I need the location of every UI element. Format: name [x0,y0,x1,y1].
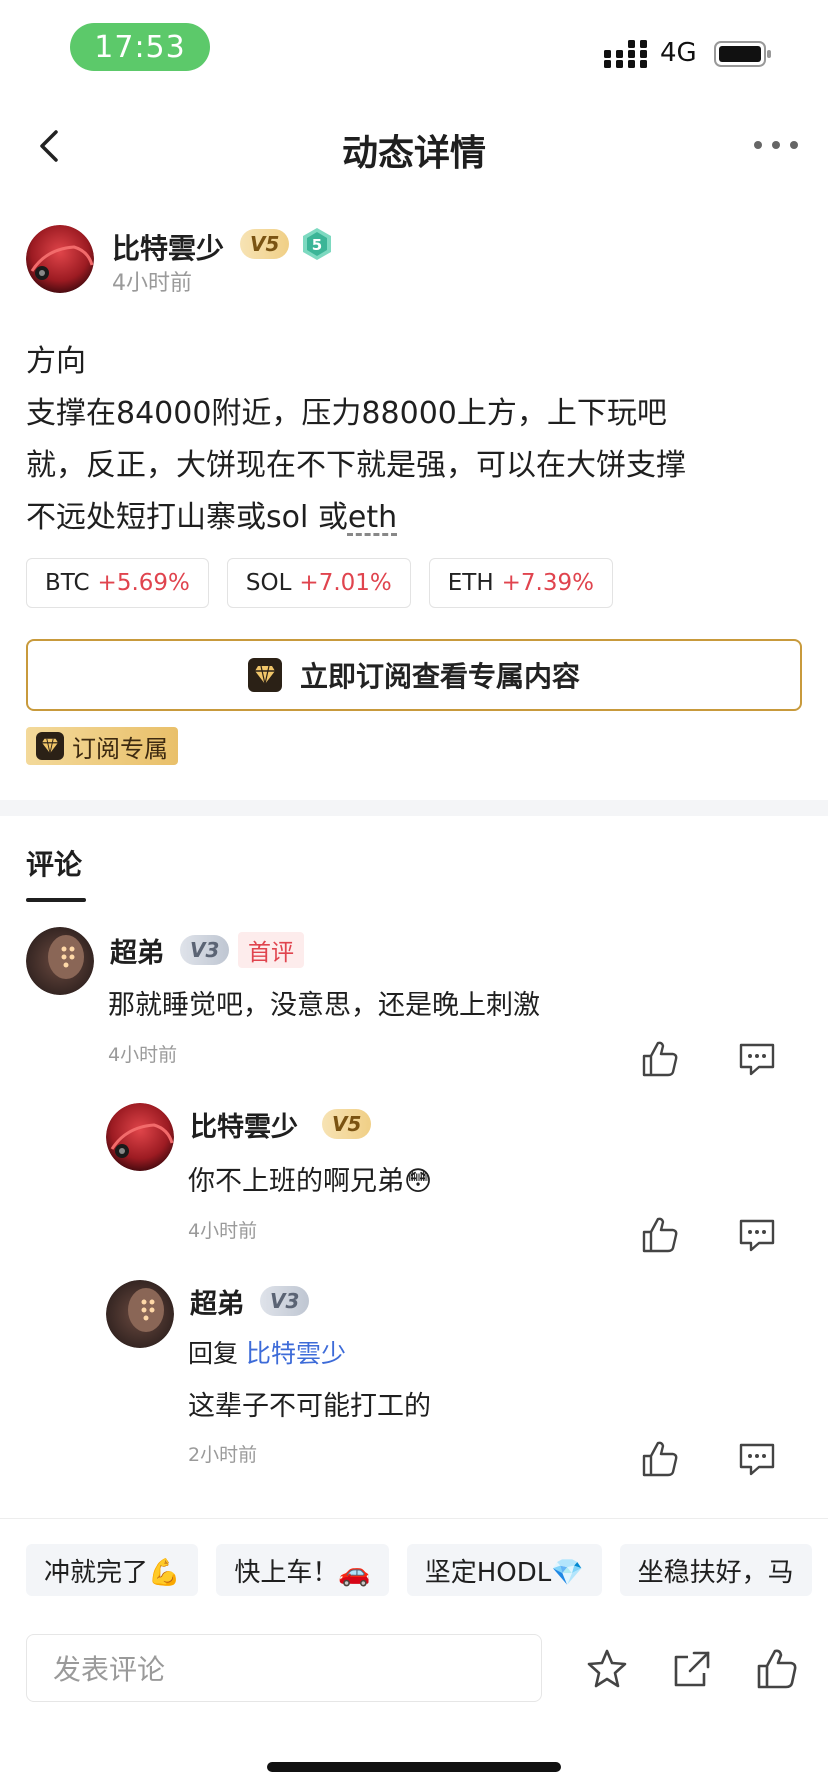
post-line-text: 不远处短打山寨或sol 或 [26,500,348,535]
reply-target-link[interactable]: 比特雲少 [246,1339,346,1368]
like-icon[interactable] [755,1647,799,1691]
comment-text: 这辈子不可能打工的 [188,1391,431,1422]
author-name[interactable]: 比特雲少 [112,227,224,267]
quick-reply-chip[interactable]: 快上车！🚗 [216,1544,389,1596]
coin-tag-btc[interactable]: BTC +5.69% [26,558,209,608]
comment-input[interactable]: 发表评论 [26,1634,542,1702]
reply-item: 超弟 V3 回复 比特雲少 这辈子不可能打工的 2小时前 [0,1278,828,1498]
commenter-avatar[interactable] [26,927,94,995]
level-badge-icon: 5 [303,228,331,260]
coin-change: +5.69% [97,570,190,596]
page-title: 动态详情 [341,133,486,174]
like-icon[interactable] [640,1039,680,1079]
quick-reply-chip[interactable]: 冲就完了💪 [26,1544,199,1596]
post-line: 不远处短打山寨或sol 或eth [26,492,806,544]
comment-item: 超弟 V3 首评 那就睡觉吧，没意思，还是晚上刺激 4小时前 [0,925,828,1085]
diamond-icon [36,732,64,760]
coin-symbol: BTC [45,570,90,596]
coin-change: +7.01% [299,570,392,596]
eth-link[interactable]: eth [348,500,397,535]
comment-time: 4小时前 [108,1044,178,1066]
comment-time: 2小时前 [188,1444,258,1466]
quick-reply-chip[interactable]: 坚定HODL💎 [406,1544,602,1596]
commenter-name[interactable]: 超弟 [190,1282,244,1321]
status-time: 17:53 [70,23,210,71]
coin-symbol: ETH [447,570,494,596]
reply-icon[interactable] [737,1215,777,1255]
commenter-avatar[interactable] [106,1103,174,1171]
post-time: 4小时前 [112,271,192,296]
commenter-avatar[interactable] [106,1280,174,1348]
more-icon[interactable] [748,130,804,160]
network-type: 4G [660,38,697,68]
coin-tag-eth[interactable]: ETH +7.39% [428,558,613,608]
reply-prefix: 回复 [188,1339,239,1368]
nav-bar: 动态详情 [0,110,828,186]
tab-comments[interactable]: 评论 [26,843,82,883]
post-line: 方向 [26,344,86,379]
reply-target: 回复 比特雲少 [188,1334,346,1370]
author-header: 比特雲少 V5 5 4小时前 [26,225,806,297]
diamond-icon [247,658,282,692]
share-icon[interactable] [670,1647,714,1691]
commenter-name[interactable]: 超弟 [110,931,164,970]
vip-badge: V5 [322,1109,372,1139]
comment-text: 那就睡觉吧，没意思，还是晚上刺激 [108,990,540,1021]
level-number: 5 [312,236,322,254]
like-icon[interactable] [640,1215,680,1255]
reply-icon[interactable] [737,1039,777,1079]
subscriber-only-text: 订阅专属 [72,734,168,763]
like-icon[interactable] [640,1439,680,1479]
coin-tag-sol[interactable]: SOL +7.01% [226,558,411,608]
post-content: 方向 支撑在84000附近，压力88000上方，上下玩吧 就，反正，大饼现在不下… [26,336,806,544]
coin-tags: BTC +5.69% SOL +7.01% ETH +7.39% [26,558,613,608]
signal-icon [604,40,647,68]
battery-icon [714,41,771,67]
comment-text: 你不上班的啊兄弟😳 [188,1166,433,1197]
comment-time: 4小时前 [188,1220,258,1242]
bottom-divider [0,1518,828,1519]
coin-change: +7.39% [501,570,594,596]
section-divider [0,800,828,816]
quick-reply-chip[interactable]: 坐稳扶好，马 [619,1544,812,1596]
subscribe-button[interactable]: 立即订阅查看专属内容 [26,639,802,711]
vip-badge: V3 [180,935,230,965]
author-avatar[interactable] [26,225,94,293]
quick-reply-row: 冲就完了💪 快上车！🚗 坚定HODL💎 坐稳扶好，马 [26,1544,812,1596]
subscribe-button-label: 立即订阅查看专属内容 [299,660,580,693]
first-comment-badge: 首评 [238,932,304,968]
subscriber-only-label: 订阅专属 [26,727,178,765]
tab-indicator [26,898,86,902]
status-bar: 17:53 4G [0,0,828,100]
vip-badge: V3 [260,1286,310,1316]
home-indicator [267,1762,561,1772]
reply-item: 比特雲少 V5 你不上班的啊兄弟😳 4小时前 [0,1101,828,1261]
commenter-name[interactable]: 比特雲少 [190,1105,298,1144]
favorite-icon[interactable] [585,1647,629,1691]
vip-badge: V5 [240,229,290,259]
post-line: 支撑在84000附近，压力88000上方，上下玩吧 [26,396,667,431]
coin-symbol: SOL [245,570,292,596]
post-line: 就，反正，大饼现在不下就是强，可以在大饼支撑 [26,448,686,483]
reply-icon[interactable] [737,1439,777,1479]
